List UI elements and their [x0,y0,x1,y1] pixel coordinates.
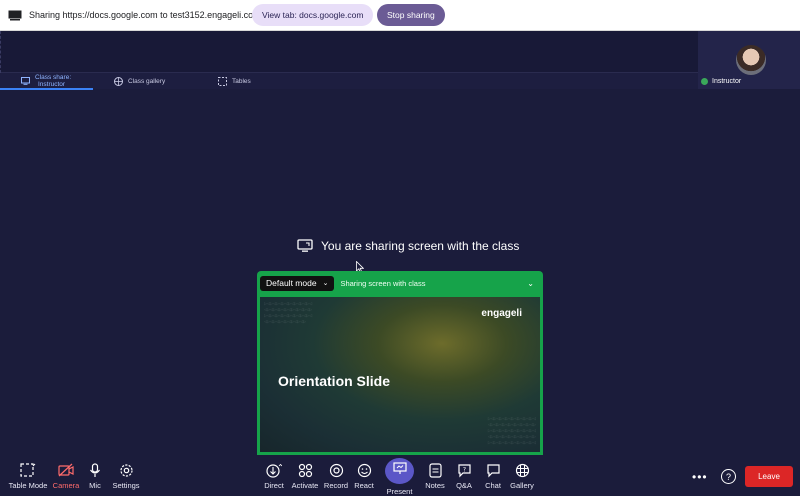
view-tab-button[interactable]: View tab: docs.google.com [252,4,374,26]
mic-button[interactable]: Mic [84,456,106,496]
stop-sharing-button[interactable]: Stop sharing [377,4,445,26]
screen-share-icon [21,77,30,85]
top-video-strip [0,31,800,73]
screen-share-panel: Default mode ⌄ Sharing screen with class… [257,271,543,455]
camera-button[interactable]: Camera [50,456,82,496]
qa-button[interactable]: ? Q&A [453,456,475,496]
leave-button[interactable]: Leave [745,466,793,487]
help-icon[interactable]: ? [721,469,736,484]
mic-label: Mic [89,481,101,490]
activate-icon [297,462,313,478]
direct-label: Direct [264,481,284,490]
screen-share-bar: Sharing https://docs.google.com to test3… [0,0,800,31]
gallery-label: Gallery [510,481,534,490]
gallery-button[interactable]: Gallery [508,456,536,496]
engageli-logo: engageli [481,308,522,319]
tab-class-share-sublabel: Instructor [38,81,66,88]
globe-grid-icon [514,462,530,478]
sharing-message: You are sharing screen with the class [297,239,519,253]
tab-class-gallery[interactable]: Class gallery [114,73,165,89]
qa-label: Q&A [456,481,472,490]
mic-icon [87,462,103,478]
more-options-icon[interactable]: ••• [692,470,708,484]
camera-off-icon [58,462,74,478]
present-icon [392,462,407,480]
slide-title: Orientation Slide [278,373,391,389]
tab-class-share-label: Class share: [35,74,72,81]
smiley-icon [356,462,372,478]
panel-status-text: Sharing screen with class [340,278,426,288]
activate-button[interactable]: Activate [289,456,321,496]
tab-class-share[interactable]: Class share: Instructor [0,73,93,90]
react-label: React [354,481,374,490]
mode-select[interactable]: Default mode ⌄ [260,275,335,291]
table-mode-icon [20,462,36,478]
tab-tables-label: Tables [232,77,251,85]
direct-button[interactable]: Direct [261,456,287,496]
settings-button[interactable]: Settings [110,456,142,496]
grid-icon [114,77,123,86]
chat-button[interactable]: Chat [482,456,504,496]
activate-label: Activate [291,481,319,490]
instructor-video-tile[interactable]: Instructor [698,31,800,89]
settings-label: Settings [112,481,140,490]
question-bubble-icon: ? [456,462,472,478]
slide-pattern-decoration: ▷◁▷◁▷◁▷◁▷◁▷◁▷◁▷◁ ◁▷◁▷◁▷◁▷◁▷◁▷◁▷◁▷ ▷◁▷◁▷◁… [487,416,536,446]
record-icon [328,462,344,478]
notes-icon [427,462,443,478]
notes-button[interactable]: Notes [423,456,447,496]
collapse-chevron-icon[interactable]: ⌄ [527,279,534,288]
chat-icon [485,462,501,478]
slide-pattern-decoration: ▷◁▷◁▷◁▷◁▷◁▷◁▷◁▷◁ ◁▷◁▷◁▷◁▷◁▷◁▷◁▷◁▷ ▷◁▷◁▷◁… [264,301,313,325]
mode-select-label: Default mode [266,278,317,288]
present-label: Present [386,487,413,496]
direct-icon [266,462,282,478]
camera-label: Camera [52,481,80,490]
table-mode-label: Table Mode [8,481,48,490]
mic-active-icon [701,78,708,85]
screen-share-icon [297,239,313,253]
tab-class-gallery-label: Class gallery [128,77,166,85]
svg-text:?: ? [462,466,465,473]
record-label: Record [323,481,349,490]
present-button[interactable] [385,458,414,484]
record-button[interactable]: Record [321,456,351,496]
gear-icon [118,462,134,478]
chevron-down-icon: ⌄ [322,280,329,287]
react-button[interactable]: React [352,456,376,496]
instructor-label: Instructor [712,78,742,85]
shared-slide-preview: ▷◁▷◁▷◁▷◁▷◁▷◁▷◁▷◁ ◁▷◁▷◁▷◁▷◁▷◁▷◁▷◁▷ ▷◁▷◁▷◁… [260,297,540,452]
table-mode-button[interactable]: Table Mode [6,456,50,496]
tab-tables[interactable]: Tables [218,73,251,89]
notes-label: Notes [425,481,445,490]
screen-share-icon [8,10,22,21]
view-tabs: Class share: Instructor Class gallery Ta… [0,73,698,90]
avatar [736,45,766,75]
share-status-text: Sharing https://docs.google.com to test3… [29,10,261,20]
tables-icon [218,77,227,86]
sharing-message-text: You are sharing screen with the class [321,239,520,253]
chat-label: Chat [485,481,501,490]
